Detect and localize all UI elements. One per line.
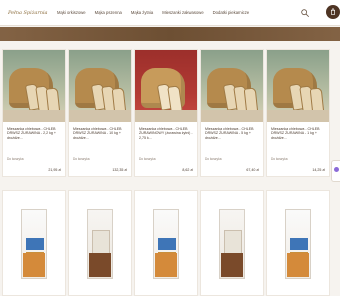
brand-logo[interactable]: Pełna Spiżarnia <box>6 5 48 21</box>
bag-fill <box>221 253 243 277</box>
flour-bag-image[interactable] <box>87 209 113 279</box>
product-card[interactable] <box>68 190 132 296</box>
product-tag[interactable]: Do koszyka <box>73 157 89 161</box>
product-image[interactable] <box>201 50 263 122</box>
bread-table <box>69 110 131 122</box>
product-card[interactable] <box>134 190 198 296</box>
product-tag[interactable]: Do koszyka <box>271 157 287 161</box>
product-card[interactable] <box>266 190 330 296</box>
nav-item-maka-zytnia[interactable]: Mąka żytnia <box>131 10 153 15</box>
nav-item-mieszanki-zakwasowe[interactable]: Mieszanki zakwasowe <box>162 10 203 15</box>
nav-item-dodatki-piekarnicze[interactable]: Dodatki piekarnicze <box>213 10 250 15</box>
bread-table <box>3 110 65 122</box>
bag-stripe <box>26 238 44 250</box>
product-tag[interactable]: Do koszyka <box>139 157 155 161</box>
bag-fill <box>23 253 45 277</box>
product-tag[interactable]: Do koszyka <box>205 157 221 161</box>
product-price: 67,40 zł <box>246 168 259 172</box>
floating-widget[interactable] <box>331 160 340 182</box>
flour-bag-image[interactable] <box>219 209 245 279</box>
product-image[interactable] <box>3 50 65 122</box>
product-image[interactable] <box>267 50 329 122</box>
nav-item-maki-orkiszowe[interactable]: Mąki orkiszowe <box>57 10 86 15</box>
bread-table <box>135 110 197 122</box>
product-card[interactable]: Mieszanka chlebowa - CHLEB DRWSZ ŻURAWIN… <box>200 49 264 177</box>
bag-fill <box>287 253 309 277</box>
bag-stripe <box>290 238 308 250</box>
bread-table <box>267 110 329 122</box>
bread-table <box>201 110 263 122</box>
flour-bag-image[interactable] <box>21 209 47 279</box>
product-price: 21,95 zł <box>48 168 61 172</box>
cart-button[interactable] <box>326 5 340 19</box>
product-card[interactable]: Mieszanka chlebowa - CHLEB ŻURAWINOWY (ż… <box>134 49 198 177</box>
product-price: 132,35 zł <box>112 168 127 172</box>
flour-bag-image[interactable] <box>285 209 311 279</box>
logo-text: Pełna Spiżarnia <box>8 10 48 16</box>
bag-stripe <box>158 238 176 250</box>
product-title[interactable]: Mieszanka chlebowa - CHLEB DRWSZ ŻURAWIN… <box>7 127 63 140</box>
search-icon <box>301 9 310 18</box>
product-card[interactable]: Mieszanka chlebowa - CHLEB DRWSZ ŻURAWIN… <box>266 49 330 177</box>
product-grid-bottom <box>0 190 340 296</box>
search-button[interactable] <box>299 7 311 19</box>
category-banner <box>0 27 340 41</box>
bag-fill <box>155 253 177 277</box>
product-price: 8,62 zł <box>182 168 193 172</box>
product-price: 14,25 zł <box>312 168 325 172</box>
product-card[interactable]: Mieszanka chlebowa - CHLEB DRWSZ ŻURAWIN… <box>68 49 132 177</box>
product-card[interactable] <box>200 190 264 296</box>
main-navigation: Mąki orkiszowe Mąka pszenna Mąka żytnia … <box>57 10 249 15</box>
product-grid-top: Mieszanka chlebowa - CHLEB DRWSZ ŻURAWIN… <box>0 49 340 179</box>
product-title[interactable]: Mieszanka chlebowa - CHLEB ŻURAWINOWY (ż… <box>139 127 195 140</box>
nav-item-maka-pszenna[interactable]: Mąka pszenna <box>95 10 122 15</box>
product-card[interactable] <box>2 190 66 296</box>
product-title[interactable]: Mieszanka chlebowa - CHLEB DRWSZ ŻURAWIN… <box>271 127 327 140</box>
flour-bag-image[interactable] <box>153 209 179 279</box>
cart-icon <box>330 8 336 15</box>
chat-icon <box>334 167 339 172</box>
product-image[interactable] <box>69 50 131 122</box>
product-tag[interactable]: Do koszyka <box>7 157 23 161</box>
top-header: Pełna Spiżarnia Mąki orkiszowe Mąka psze… <box>0 0 340 26</box>
product-title[interactable]: Mieszanka chlebowa - CHLEB DRWSZ ŻURAWIN… <box>205 127 261 140</box>
product-card[interactable]: Mieszanka chlebowa - CHLEB DRWSZ ŻURAWIN… <box>2 49 66 177</box>
product-title[interactable]: Mieszanka chlebowa - CHLEB DRWSZ ŻURAWIN… <box>73 127 129 140</box>
product-image[interactable] <box>135 50 197 122</box>
bag-fill <box>89 253 111 277</box>
